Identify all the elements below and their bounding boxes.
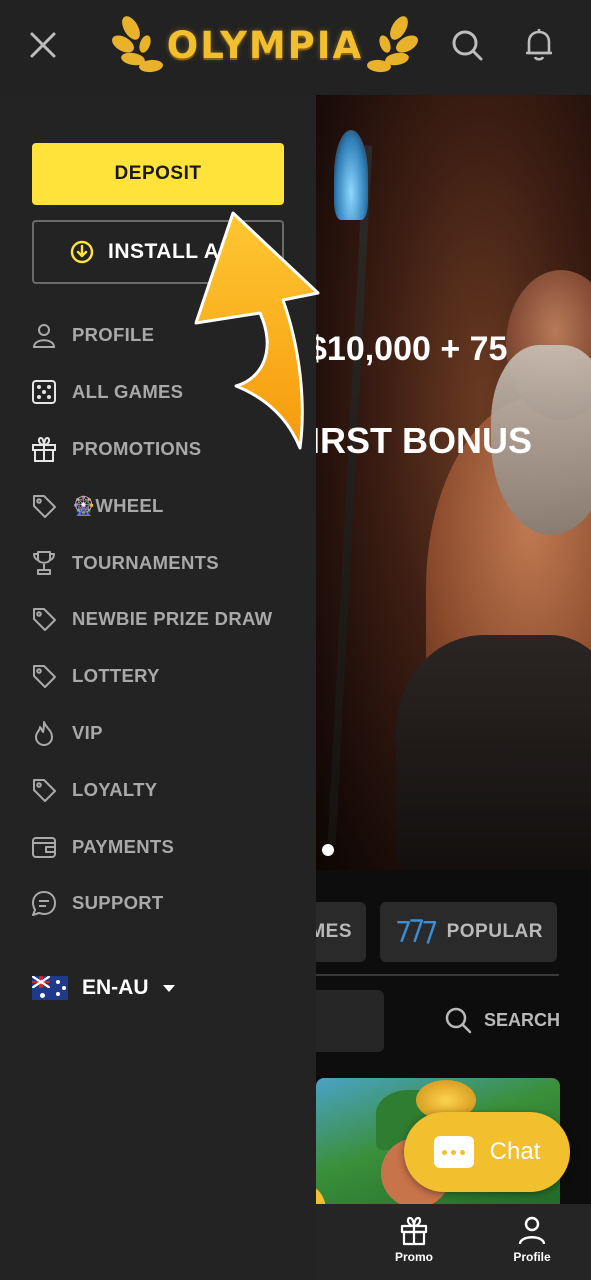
menu-item-vip[interactable]: VIP bbox=[30, 705, 272, 762]
gift-icon bbox=[32, 436, 56, 462]
banner-headline-2: FIRST BONUS bbox=[316, 420, 533, 461]
notifications-button[interactable] bbox=[516, 22, 562, 68]
banner-headline-1: $10,000 + 75 bbox=[316, 330, 508, 368]
promo-banner[interactable]: $10,000 + 75 FIRST BONUS bbox=[316, 95, 591, 870]
blue-flame-graphic bbox=[334, 130, 368, 220]
bottom-nav-profile-label: Profile bbox=[513, 1250, 551, 1264]
menu-item-lottery[interactable]: LOTTERY bbox=[30, 648, 272, 705]
download-icon bbox=[70, 240, 94, 264]
deposit-button[interactable]: DEPOSIT bbox=[32, 143, 284, 205]
tag-icon bbox=[33, 608, 56, 632]
language-label: EN-AU bbox=[82, 976, 149, 999]
dice-icon bbox=[32, 380, 56, 405]
search-label: SEARCH bbox=[484, 1009, 561, 1030]
menu-item-wheel[interactable]: 🎡WHEEL bbox=[30, 477, 272, 534]
deposit-label: DEPOSIT bbox=[114, 163, 202, 184]
flame-icon bbox=[35, 720, 53, 746]
menu-item-loyalty[interactable]: LOYALTY bbox=[30, 761, 272, 818]
divider bbox=[316, 974, 559, 976]
language-selector[interactable]: EN-AU bbox=[32, 976, 175, 1000]
chat-label: Chat bbox=[489, 1138, 541, 1165]
menu-item-tournaments[interactable]: TOURNAMENTS bbox=[30, 534, 272, 591]
sevens-icon bbox=[397, 919, 437, 944]
chevron-down-icon bbox=[162, 984, 175, 992]
tag-icon bbox=[33, 494, 56, 518]
bell-icon bbox=[526, 29, 552, 61]
trident-graphic bbox=[327, 145, 373, 845]
search-icon bbox=[452, 30, 483, 61]
menu-item-payments[interactable]: PAYMENTS bbox=[30, 818, 272, 875]
chat-button[interactable]: Chat bbox=[404, 1112, 570, 1192]
australia-flag-icon bbox=[32, 976, 68, 1000]
pointer-arrow-icon bbox=[194, 211, 320, 450]
bottom-nav-profile[interactable]: Profile bbox=[492, 1214, 572, 1264]
user-icon bbox=[32, 324, 56, 349]
laurel-right-icon bbox=[367, 16, 419, 73]
chat-bubble-icon bbox=[32, 891, 56, 917]
zeus-robe bbox=[396, 635, 591, 870]
search-button[interactable]: SEARCH bbox=[444, 1006, 560, 1034]
wallet-icon bbox=[32, 836, 56, 858]
menu-item-support[interactable]: SUPPORT bbox=[30, 875, 272, 932]
laurel-left-icon bbox=[111, 16, 163, 73]
category-popular-button[interactable]: POPULAR bbox=[380, 902, 557, 962]
header-search-button[interactable] bbox=[444, 22, 490, 68]
close-icon bbox=[30, 32, 56, 58]
bottom-nav-promo[interactable]: Promo bbox=[374, 1214, 454, 1264]
tag-icon bbox=[33, 665, 56, 689]
top-header: OLYMPIA bbox=[0, 0, 591, 95]
carousel-dot-active[interactable] bbox=[322, 844, 334, 856]
category-popular-label: POPULAR bbox=[446, 921, 543, 942]
bottom-nav-promo-label: Promo bbox=[394, 1250, 433, 1264]
bottom-nav: Promo Profile bbox=[316, 1204, 591, 1280]
tag-icon bbox=[33, 778, 56, 802]
search-icon bbox=[445, 1007, 472, 1034]
menu-item-newbie-prize-draw[interactable]: NEWBIE PRIZE DRAW bbox=[30, 591, 272, 648]
chat-icon bbox=[433, 1136, 474, 1168]
trophy-icon bbox=[33, 550, 55, 575]
close-button[interactable] bbox=[20, 22, 66, 68]
gift-icon bbox=[400, 1216, 428, 1246]
logo-text: OLYMPIA bbox=[166, 23, 364, 67]
olympia-logo[interactable]: OLYMPIA bbox=[110, 10, 420, 80]
user-icon bbox=[518, 1216, 546, 1245]
